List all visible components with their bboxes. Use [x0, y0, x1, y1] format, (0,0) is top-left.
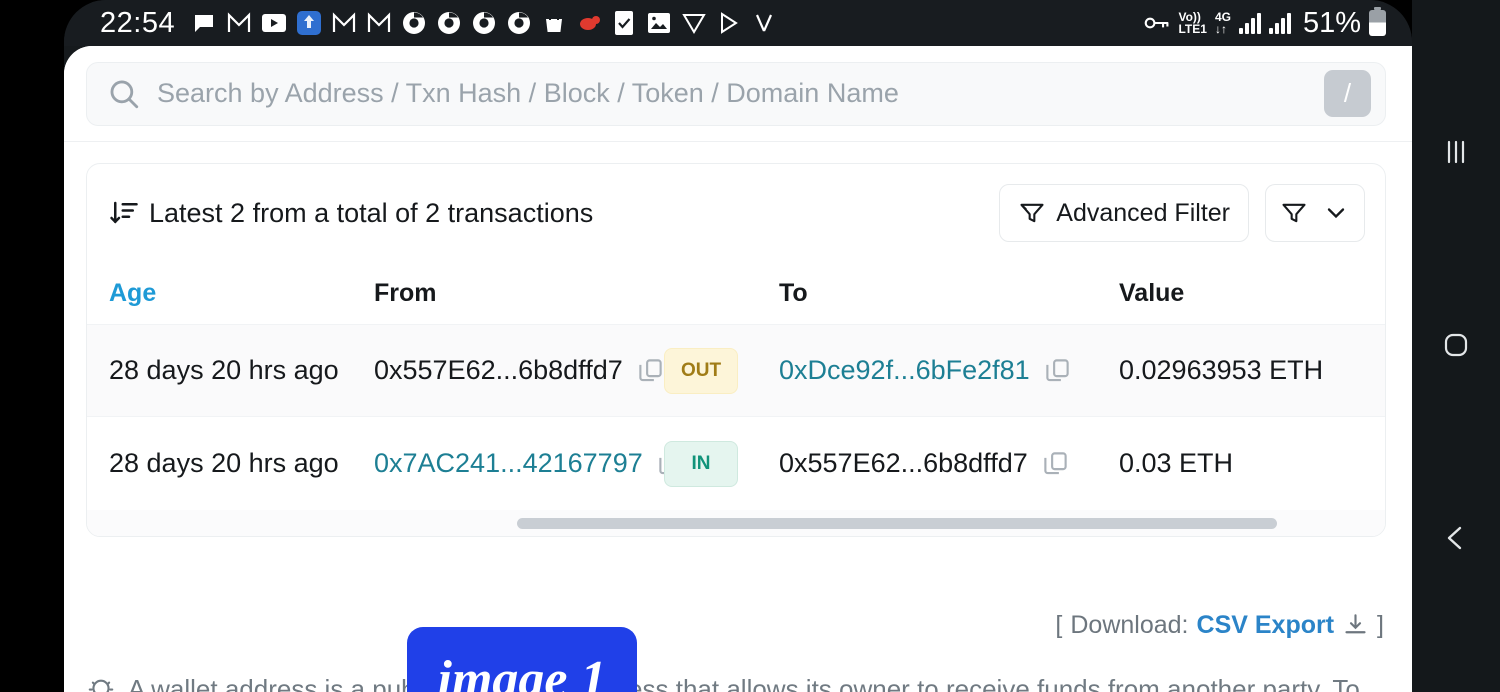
copy-icon[interactable] — [1044, 357, 1071, 384]
status-bar: 22:54 Vo)) LTE1 4G ↓↑ 51% — [64, 0, 1412, 46]
cell-from-address[interactable]: 0x7AC241...42167797 — [374, 448, 643, 479]
network-indicator: 4G ↓↑ — [1215, 11, 1231, 35]
table-horizontal-scrollbar[interactable] — [87, 510, 1385, 536]
sheep-icon — [576, 10, 602, 36]
search-shortcut-key[interactable]: / — [1324, 70, 1371, 117]
direction-badge-in: IN — [664, 440, 738, 487]
filter-icon — [1280, 199, 1308, 227]
data-arrows-icon: ↓↑ — [1214, 22, 1227, 36]
cell-to-address[interactable]: 0x557E62...6b8dffd7 — [779, 448, 1028, 479]
signal-bars-sim1-icon — [1238, 12, 1261, 34]
table-row[interactable]: 28 days 20 hrs ago 0x7AC241...42167797 I… — [87, 417, 1385, 510]
note-line-1: A wallet address is a publicly available… — [128, 674, 1360, 692]
battery-icon — [1369, 7, 1386, 36]
back-button[interactable] — [1426, 508, 1486, 568]
signal-bars-sim2-icon — [1268, 12, 1291, 34]
lightbulb-icon — [86, 677, 116, 692]
column-header-to: To — [779, 278, 808, 307]
copy-icon[interactable] — [1042, 450, 1069, 477]
play-store-icon — [716, 10, 742, 36]
cell-value: 0.03 ETH — [1119, 448, 1234, 478]
chevron-down-icon — [1322, 199, 1350, 227]
android-nav-rail — [1412, 0, 1500, 692]
search-icon — [107, 77, 141, 111]
search-placeholder: Search by Address / Txn Hash / Block / T… — [157, 78, 899, 108]
advanced-filter-label: Advanced Filter — [1056, 198, 1230, 227]
column-header-age[interactable]: Age — [109, 279, 156, 307]
checkbox-icon — [611, 10, 637, 36]
transactions-card-header: Latest 2 from a total of 2 transactions … — [87, 164, 1385, 262]
gmail-icon — [226, 10, 252, 36]
transactions-count-label: Latest 2 from a total of 2 transactions — [149, 197, 594, 228]
chrome-icon — [436, 10, 462, 36]
cell-value: 0.02963953 ETH — [1119, 355, 1324, 385]
column-header-value: Value — [1119, 278, 1185, 307]
app-blue-icon — [296, 10, 322, 36]
lte-label: LTE1 — [1178, 22, 1207, 36]
advanced-filter-icon — [1018, 199, 1046, 227]
bracket-close: ] — [1377, 611, 1384, 639]
status-clock: 22:54 — [100, 6, 176, 39]
csv-export-link[interactable]: CSV Export — [1197, 611, 1335, 640]
direction-badge-out: OUT — [664, 347, 738, 394]
v-icon — [751, 10, 777, 36]
search-bar-row: Search by Address / Txn Hash / Block / T… — [64, 46, 1412, 142]
download-label: Download: — [1070, 611, 1189, 639]
copy-icon[interactable] — [637, 357, 664, 384]
cell-age: 28 days 20 hrs ago — [109, 448, 339, 478]
gmail-icon — [331, 10, 357, 36]
screenshot-root: 22:54 Vo)) LTE1 4G ↓↑ 51% Search by Addr… — [0, 0, 1500, 692]
cell-from-address[interactable]: 0x557E62...6b8dffd7 — [374, 355, 623, 386]
wallet-address-note: A wallet address is a publicly available… — [86, 668, 1386, 692]
transactions-table: Age From To Value 28 days 20 hrs ago 0x5… — [87, 262, 1385, 536]
search-input[interactable]: Search by Address / Txn Hash / Block / T… — [86, 61, 1386, 126]
chrome-icon — [401, 10, 427, 36]
vpn-key-icon — [1144, 10, 1170, 36]
status-right-icons: Vo)) LTE1 4G ↓↑ 51% — [1144, 7, 1412, 40]
home-button[interactable] — [1426, 315, 1486, 375]
advanced-filter-button[interactable]: Advanced Filter — [999, 184, 1249, 242]
bracket-open: [ — [1055, 611, 1063, 639]
download-row: [ Download: CSV Export ] — [86, 611, 1386, 640]
column-header-from: From — [374, 278, 437, 307]
chrome-icon — [506, 10, 532, 36]
photo-icon — [646, 10, 672, 36]
bag-icon — [541, 10, 567, 36]
drive-triangle-icon — [681, 10, 707, 36]
phone-frame: 22:54 Vo)) LTE1 4G ↓↑ 51% Search by Addr… — [64, 0, 1412, 692]
scrollbar-thumb[interactable] — [517, 517, 1277, 529]
battery-percent-label: 51% — [1302, 6, 1361, 39]
table-row[interactable]: 28 days 20 hrs ago 0x557E62...6b8dffd7 O… — [87, 324, 1385, 417]
recents-button[interactable] — [1426, 122, 1486, 182]
note-text: A wallet address is a publicly available… — [128, 668, 1386, 692]
table-header-row: Age From To Value — [87, 262, 1385, 324]
filter-dropdown-button[interactable] — [1265, 184, 1365, 242]
gmail-icon — [366, 10, 392, 36]
volte-indicator: Vo)) LTE1 — [1178, 11, 1206, 35]
chat-icon — [191, 10, 217, 36]
chrome-icon — [471, 10, 497, 36]
transactions-card: Latest 2 from a total of 2 transactions … — [86, 163, 1386, 537]
cell-age: 28 days 20 hrs ago — [109, 355, 339, 385]
cell-to-address[interactable]: 0xDce92f...6bFe2f81 — [779, 355, 1030, 386]
status-notification-icons — [191, 10, 777, 36]
image-watermark: image 1 — [407, 627, 637, 692]
sort-descending-icon[interactable] — [109, 198, 139, 228]
browser-viewport: Search by Address / Txn Hash / Block / T… — [64, 46, 1412, 692]
download-icon[interactable] — [1342, 612, 1369, 639]
youtube-icon — [261, 10, 287, 36]
card-header-actions: Advanced Filter — [999, 184, 1365, 242]
